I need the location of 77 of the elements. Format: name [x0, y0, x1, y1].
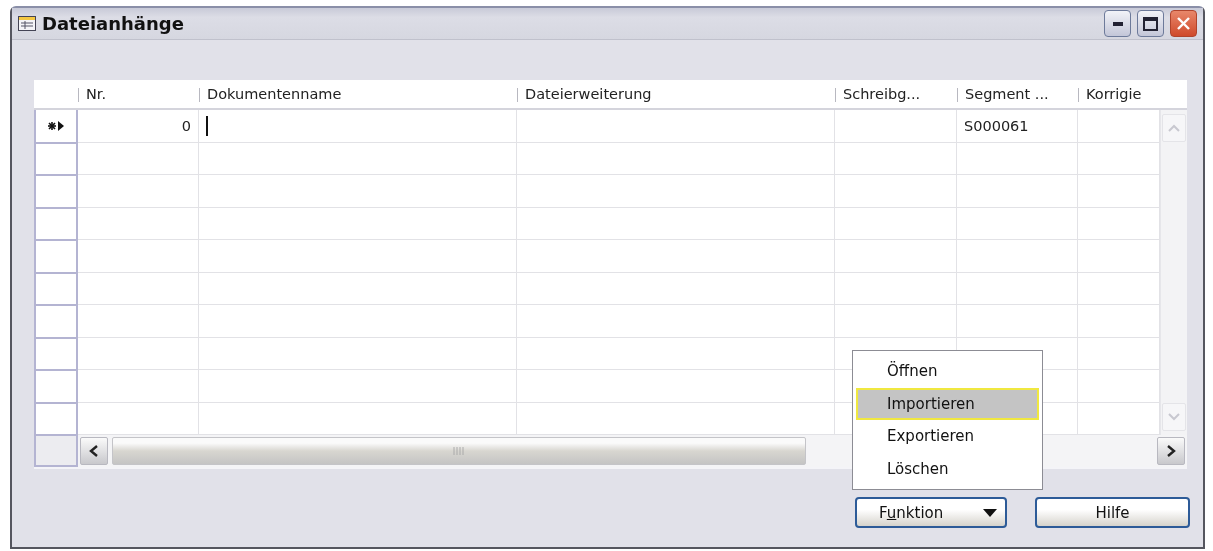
table-cell[interactable]: [517, 240, 835, 273]
table-cell[interactable]: [957, 207, 1078, 240]
table-cell[interactable]: [199, 272, 517, 305]
table-cell[interactable]: [199, 110, 517, 143]
table-cell[interactable]: [957, 305, 1078, 338]
table-cell[interactable]: [835, 175, 957, 208]
table-cell[interactable]: [957, 240, 1078, 273]
chevron-up-icon: [1168, 124, 1180, 132]
table-cell[interactable]: [78, 370, 199, 403]
table-cell[interactable]: [517, 337, 835, 370]
column-header[interactable]: Schreibg...: [835, 80, 957, 110]
table-cell[interactable]: [199, 175, 517, 208]
row-selector[interactable]: [34, 110, 78, 143]
table-cell[interactable]: [835, 142, 957, 175]
table-cell[interactable]: [199, 370, 517, 403]
scroll-up-button[interactable]: [1162, 114, 1186, 142]
table-cell[interactable]: [517, 110, 835, 143]
column-header[interactable]: Dateierweiterung: [517, 80, 835, 110]
table-icon: [18, 16, 36, 31]
menu-item[interactable]: Öffnen: [856, 355, 1039, 388]
close-button[interactable]: [1170, 10, 1197, 37]
table-cell[interactable]: [835, 110, 957, 143]
table-cell[interactable]: [517, 142, 835, 175]
column-header[interactable]: Segment ...: [957, 80, 1078, 110]
minimize-icon: [1112, 21, 1123, 26]
vertical-scrollbar[interactable]: [1160, 110, 1187, 435]
scroll-right-button[interactable]: [1157, 437, 1185, 465]
table-cell[interactable]: [517, 175, 835, 208]
table-cell[interactable]: [199, 337, 517, 370]
grip-icon: [453, 447, 465, 455]
table-cell[interactable]: [78, 142, 199, 175]
table-cell[interactable]: [78, 305, 199, 338]
maximize-icon: [1143, 16, 1158, 31]
table-cell[interactable]: [835, 240, 957, 273]
column-header[interactable]: Korrigie: [1078, 80, 1160, 110]
table-cell[interactable]: S000061: [957, 110, 1078, 143]
table-cell[interactable]: [199, 142, 517, 175]
table-cell[interactable]: [517, 370, 835, 403]
caret-icon: [983, 508, 997, 517]
close-icon: [1176, 16, 1191, 31]
table-cell[interactable]: [517, 272, 835, 305]
menu-item[interactable]: Löschen: [856, 452, 1039, 485]
chevron-left-icon: [89, 445, 99, 457]
chevron-down-icon: [1168, 413, 1180, 421]
table-cell[interactable]: [835, 207, 957, 240]
help-button[interactable]: Hilfe: [1035, 497, 1190, 528]
cell-text: S000061: [964, 117, 1029, 134]
table-cell[interactable]: [199, 240, 517, 273]
column-header[interactable]: Nr.: [78, 80, 199, 110]
scroll-down-button[interactable]: [1162, 403, 1186, 431]
scroll-thumb[interactable]: [112, 437, 806, 465]
table-cell[interactable]: [199, 207, 517, 240]
maximize-button[interactable]: [1137, 10, 1164, 37]
table-cell[interactable]: [835, 272, 957, 305]
scroll-left-button[interactable]: [80, 437, 108, 465]
menu-item[interactable]: Importieren: [856, 387, 1039, 420]
cell-text: 0: [181, 117, 191, 134]
table-cell[interactable]: [957, 272, 1078, 305]
chevron-right-icon: [1166, 445, 1176, 457]
window-title: Dateianhänge: [42, 13, 185, 34]
table-cell[interactable]: [78, 240, 199, 273]
table-cell[interactable]: 0: [78, 110, 199, 143]
table-cell[interactable]: [78, 337, 199, 370]
table-cell[interactable]: [517, 207, 835, 240]
column-header[interactable]: Dokumentenname: [199, 80, 517, 110]
function-button[interactable]: Funktion: [855, 497, 1007, 528]
table-cell[interactable]: [199, 305, 517, 338]
table-cell[interactable]: [957, 142, 1078, 175]
table-cell[interactable]: [517, 305, 835, 338]
table-cell[interactable]: [78, 207, 199, 240]
table-cell[interactable]: [78, 272, 199, 305]
table-cell[interactable]: [78, 175, 199, 208]
table-cell[interactable]: [835, 305, 957, 338]
minimize-button[interactable]: [1104, 10, 1131, 37]
menu-item[interactable]: Exportieren: [856, 420, 1039, 453]
new-record-icon: [47, 119, 65, 132]
table-cell[interactable]: [957, 175, 1078, 208]
